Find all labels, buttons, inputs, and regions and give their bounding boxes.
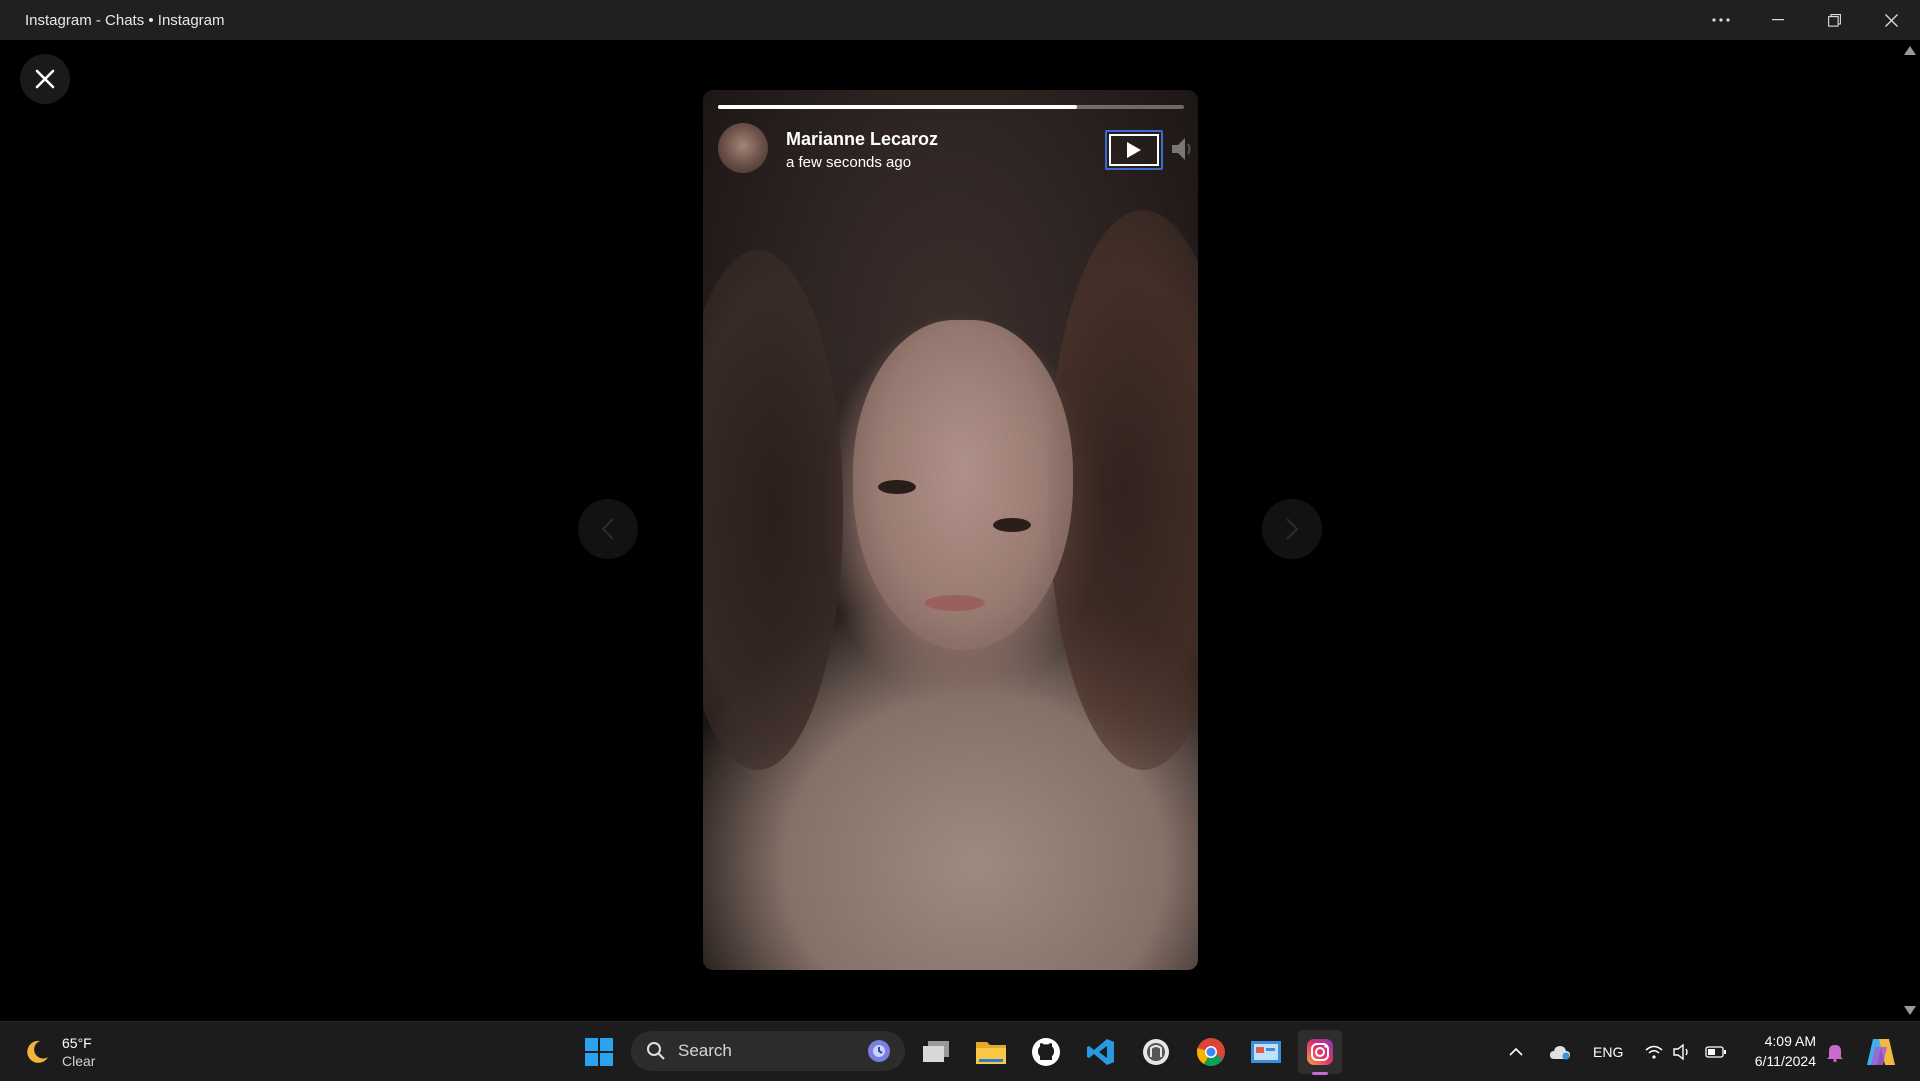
- windows-icon: [585, 1038, 613, 1066]
- instagram-icon: [1307, 1039, 1333, 1065]
- weather-temperature: 65°F: [62, 1035, 92, 1051]
- volume-tray-button[interactable]: [1673, 1022, 1691, 1081]
- language-label: ENG: [1593, 1043, 1624, 1060]
- close-story-button[interactable]: [20, 54, 70, 104]
- chevron-up-icon: [1509, 1047, 1523, 1056]
- language-indicator[interactable]: ENG: [1593, 1022, 1623, 1081]
- moon-icon: [27, 1040, 48, 1063]
- close-icon: [35, 69, 55, 89]
- start-button[interactable]: [577, 1030, 621, 1074]
- search-icon: [647, 1042, 665, 1060]
- file-explorer-button[interactable]: [969, 1030, 1013, 1074]
- story-timestamp: a few seconds ago: [786, 154, 912, 171]
- story-progress-fill: [718, 105, 1077, 109]
- search-label: Search: [678, 1041, 732, 1060]
- notifications-button[interactable]: [1826, 1022, 1844, 1081]
- network-tray-button[interactable]: [1645, 1022, 1663, 1081]
- scrollbar[interactable]: [1899, 40, 1920, 1021]
- weather-widget[interactable]: 65°F Clear: [22, 1030, 95, 1074]
- minimize-button[interactable]: [1749, 0, 1806, 40]
- show-hidden-icons-button[interactable]: [1509, 1022, 1523, 1081]
- story-image-mouth: [925, 595, 985, 611]
- mute-button[interactable]: [1170, 135, 1196, 163]
- task-view-icon: [923, 1041, 949, 1062]
- restore-button[interactable]: [1806, 0, 1863, 40]
- app-icon: [1143, 1039, 1169, 1065]
- control-panel-icon: [1251, 1041, 1281, 1063]
- story-image-eye: [878, 480, 916, 494]
- github-icon: [1032, 1038, 1060, 1066]
- weather-condition: Clear: [62, 1053, 96, 1069]
- battery-icon: [1705, 1045, 1726, 1058]
- clock-time: 4:09 AM: [1764, 1033, 1816, 1049]
- next-story-button[interactable]: [1262, 499, 1322, 559]
- chrome-icon: [1196, 1038, 1225, 1066]
- play-button[interactable]: [1105, 130, 1163, 170]
- scroll-down-arrow-icon[interactable]: [1904, 1006, 1916, 1015]
- chrome-button[interactable]: [1189, 1030, 1233, 1074]
- app-button[interactable]: [1134, 1030, 1178, 1074]
- play-button-frame: [1109, 134, 1159, 166]
- volume-icon: [1673, 1043, 1688, 1060]
- story-card[interactable]: Marianne Lecaroz a few seconds ago: [703, 90, 1198, 970]
- cloud-icon: [1550, 1045, 1570, 1059]
- bell-icon: [1827, 1044, 1843, 1062]
- close-icon: [1885, 13, 1898, 27]
- clock-date: 6/11/2024: [1754, 1053, 1816, 1069]
- play-icon: [1127, 142, 1141, 158]
- copilot-icon: [1867, 1038, 1895, 1065]
- more-horizontal-icon: [1711, 18, 1730, 22]
- story-image: [703, 250, 843, 770]
- speaker-muted-icon: [1172, 138, 1191, 160]
- github-button[interactable]: [1024, 1030, 1068, 1074]
- scroll-up-arrow-icon[interactable]: [1904, 46, 1916, 55]
- avatar[interactable]: [718, 123, 768, 173]
- restore-icon: [1828, 13, 1841, 27]
- active-app-indicator: [1312, 1072, 1328, 1075]
- task-view-button[interactable]: [914, 1030, 958, 1074]
- copilot-search-icon: [868, 1040, 890, 1062]
- battery-tray-button[interactable]: [1705, 1022, 1727, 1081]
- close-window-button[interactable]: [1863, 0, 1920, 40]
- onedrive-tray-button[interactable]: [1549, 1022, 1571, 1081]
- more-options-button[interactable]: [1692, 0, 1749, 40]
- story-header: Marianne Lecaroz a few seconds ago: [718, 123, 1191, 175]
- folder-icon: [976, 1042, 1006, 1064]
- copilot-button[interactable]: [1865, 1022, 1897, 1081]
- wifi-icon: [1645, 1045, 1663, 1059]
- chevron-left-icon: [601, 518, 614, 540]
- title-bar: Instagram - Chats • Instagram: [0, 0, 1920, 40]
- window-controls: [1692, 0, 1920, 40]
- story-username[interactable]: Marianne Lecaroz: [786, 129, 938, 150]
- taskbar: 65°F Clear Search ENG 4:09 AM 6/11/2024: [0, 1021, 1920, 1081]
- taskbar-search[interactable]: Search: [631, 1031, 905, 1071]
- story-image-eye: [993, 518, 1031, 532]
- previous-story-button[interactable]: [578, 499, 638, 559]
- chevron-right-icon: [1286, 518, 1299, 540]
- vscode-icon: [1087, 1039, 1114, 1065]
- story-progress-bar: [718, 105, 1184, 109]
- minimize-icon: [1771, 19, 1784, 21]
- window-title: Instagram - Chats • Instagram: [25, 11, 225, 29]
- control-panel-button[interactable]: [1244, 1030, 1288, 1074]
- vscode-button[interactable]: [1079, 1030, 1123, 1074]
- instagram-button[interactable]: [1298, 1030, 1342, 1075]
- story-viewer: Marianne Lecaroz a few seconds ago: [0, 40, 1899, 1021]
- clock[interactable]: 4:09 AM 6/11/2024: [1755, 1031, 1816, 1071]
